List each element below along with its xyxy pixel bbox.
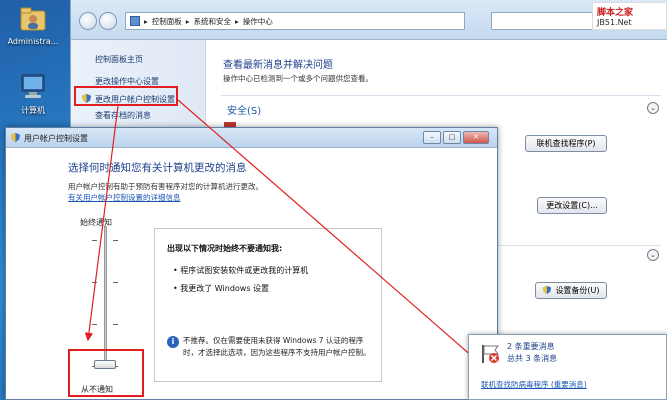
watermark-line2: JB51.Net xyxy=(597,18,632,27)
breadcrumb-sep-icon: ▸ xyxy=(144,16,148,26)
minimize-button[interactable]: – xyxy=(423,131,441,144)
slider-tick xyxy=(113,282,118,283)
info-icon: i xyxy=(167,336,179,348)
desktop-icon-administrator[interactable]: Administra... xyxy=(2,4,64,46)
uac-settings-dialog: 用户帐户控制设置 – □ ✕ 选择何时通知您有关计算机更改的消息 用户帐户控制有… xyxy=(5,127,498,400)
site-watermark: 脚本之家 JB51.Net xyxy=(592,2,667,30)
forward-button[interactable] xyxy=(99,12,117,30)
page-title: 查看最新消息并解决问题 xyxy=(223,60,333,71)
shield-icon xyxy=(542,285,552,297)
info-bullet: • 我更改了 Windows 设置 xyxy=(173,284,270,293)
change-settings-button[interactable]: 更改设置(C)... xyxy=(537,197,607,214)
breadcrumb-item[interactable]: 操作中心 xyxy=(243,16,273,27)
notification-popup[interactable]: 2 条重要消息 总共 3 条消息 联机查找防病毒程序 (重要消息) xyxy=(468,334,667,400)
page-subtitle: 操作中心已检测到一个或多个问题供您查看。 xyxy=(223,74,373,83)
sidebar-item-home[interactable]: 控制面板主页 xyxy=(95,54,143,65)
control-panel-icon xyxy=(130,16,140,26)
maximize-button[interactable]: □ xyxy=(443,131,461,144)
annotation-highlight-slider xyxy=(68,349,144,397)
uac-description: 用户帐户控制有助于预防有害程序对您的计算机进行更改。 xyxy=(68,182,263,191)
info-bullet-text: 我更改了 Windows 设置 xyxy=(180,284,270,293)
notification-total-count: 总共 3 条消息 xyxy=(507,354,558,363)
breadcrumb-sep-icon: ▸ xyxy=(235,16,239,26)
find-program-button[interactable]: 联机查找程序(P) xyxy=(525,135,607,152)
desktop-icon-computer[interactable]: 计算机 xyxy=(2,72,64,116)
chevron-down-icon[interactable]: ⌄ xyxy=(647,249,659,261)
uac-more-info-link[interactable]: 有关用户帐户控制设置的详细信息 xyxy=(68,192,181,203)
notification-important-count[interactable]: 2 条重要消息 xyxy=(507,341,555,352)
close-button[interactable]: ✕ xyxy=(463,131,489,144)
info-bullet-text: 程序试图安装软件或更改我的计算机 xyxy=(180,266,309,275)
backup-button-label: 设置备份(U) xyxy=(555,286,600,295)
back-button[interactable] xyxy=(79,12,97,30)
slider-tick xyxy=(92,282,97,283)
uac-shield-icon xyxy=(10,132,21,145)
slider-top-label: 始终通知 xyxy=(80,218,112,227)
computer-icon xyxy=(18,72,48,102)
control-panel-titlebar: ▸ 控制面板 ▸ 系统和安全 ▸ 操作中心 xyxy=(71,0,667,40)
info-bullet: • 程序试图安装软件或更改我的计算机 xyxy=(173,266,309,275)
notification-antivirus-link[interactable]: 联机查找防病毒程序 (重要消息) xyxy=(481,379,587,390)
desktop-icon-label: 计算机 xyxy=(21,106,45,115)
desktop-icon-label: Administra... xyxy=(7,37,59,46)
uac-slider-track[interactable] xyxy=(104,226,107,368)
breadcrumb-sep-icon: ▸ xyxy=(185,16,190,26)
section-divider xyxy=(221,95,661,96)
slider-tick xyxy=(113,324,118,325)
watermark-line1: 脚本之家 xyxy=(597,8,634,18)
breadcrumb-item[interactable]: 系统和安全 xyxy=(194,16,232,27)
annotation-highlight-uac-link xyxy=(74,86,178,106)
info-heading: 出现以下情况时始终不要通知我: xyxy=(167,244,283,253)
uac-title: 用户帐户控制设置 xyxy=(24,134,88,143)
section-security-title[interactable]: 安全(S) xyxy=(227,102,261,117)
uac-titlebar[interactable]: 用户帐户控制设置 – □ ✕ xyxy=(6,128,497,148)
user-folder-icon xyxy=(18,4,48,34)
breadcrumb-item[interactable]: 控制面板 xyxy=(152,16,182,27)
slider-tick xyxy=(92,324,97,325)
sidebar-item-archived-messages[interactable]: 查看存档的消息 xyxy=(95,110,151,121)
slider-tick xyxy=(92,240,97,241)
backup-button[interactable]: 设置备份(U) xyxy=(535,282,607,299)
chevron-down-icon[interactable]: ⌄ xyxy=(647,102,659,114)
uac-heading: 选择何时通知您有关计算机更改的消息 xyxy=(68,162,247,174)
info-note: 不推荐。仅在需要使用未获得 Windows 7 认证的程序时，才选择此选项，因为… xyxy=(183,336,371,357)
slider-tick xyxy=(113,240,118,241)
uac-info-box: 出现以下情况时始终不要通知我: • 程序试图安装软件或更改我的计算机 • 我更改… xyxy=(154,228,382,382)
flag-error-icon xyxy=(479,343,501,367)
address-bar[interactable]: ▸ 控制面板 ▸ 系统和安全 ▸ 操作中心 xyxy=(125,12,465,30)
